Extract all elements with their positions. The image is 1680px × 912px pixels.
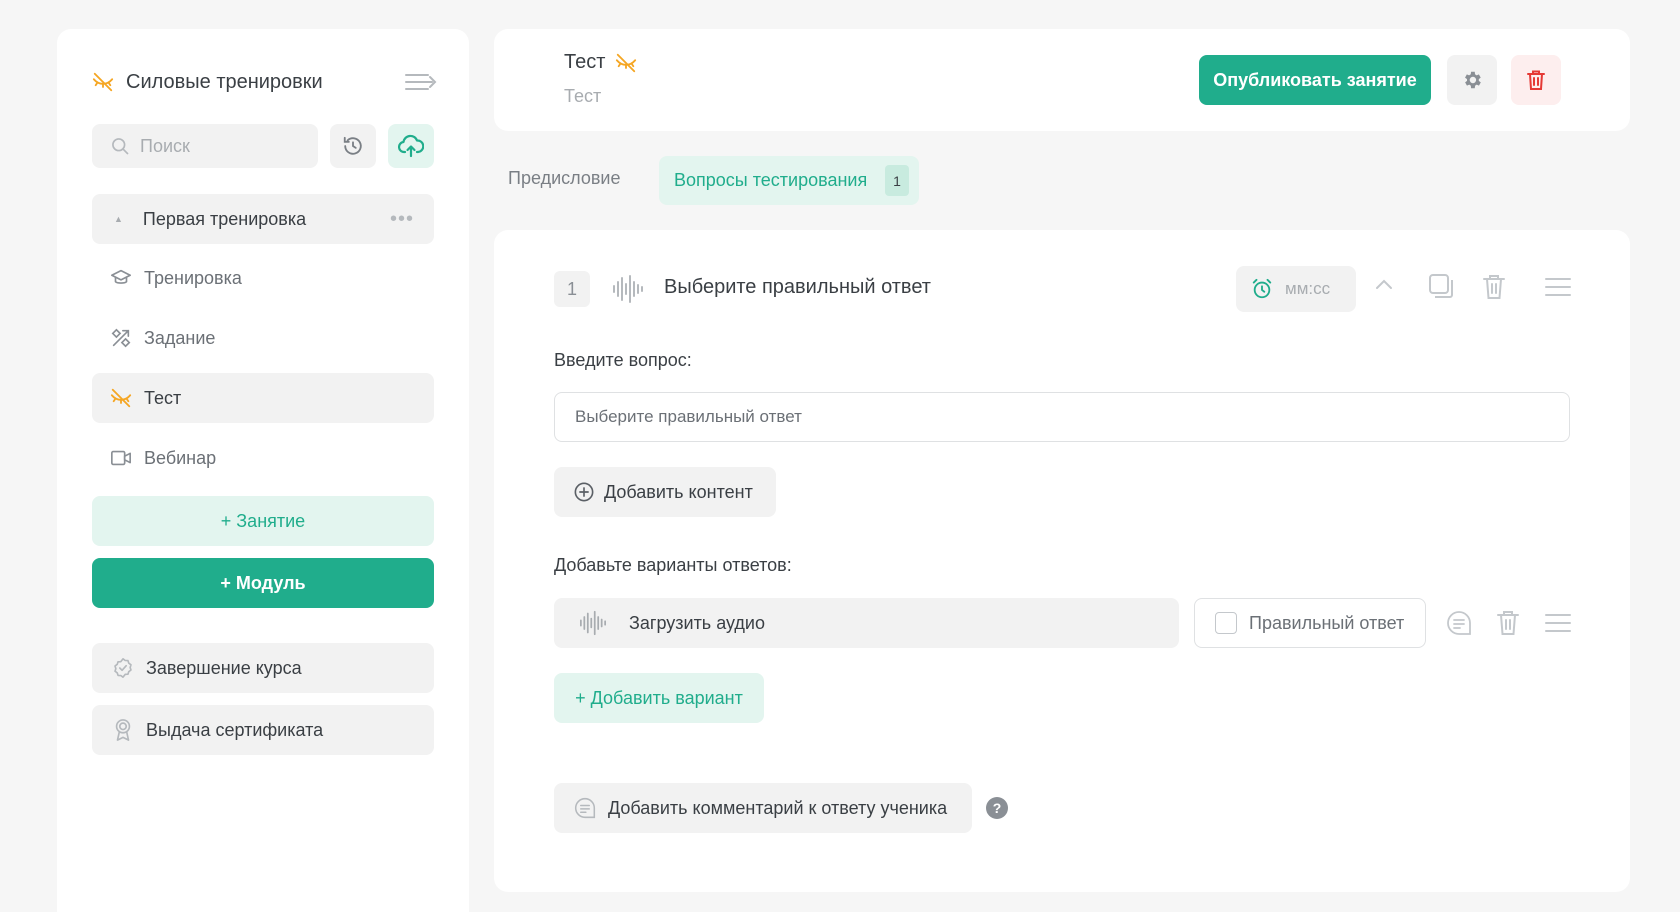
sidebar-item-label: Вебинар: [144, 447, 217, 468]
lesson-title-row: Тест: [564, 51, 637, 74]
sidebar-item-webinar[interactable]: Вебинар: [92, 433, 434, 483]
tab-label: Вопросы тестирования: [674, 170, 868, 190]
collapse-caret-icon[interactable]: ▲: [114, 214, 123, 224]
module-title: Первая тренировка: [142, 208, 307, 229]
add-comment-button[interactable]: Добавить комментарий к ответу ученика: [554, 783, 972, 833]
search-icon: [110, 136, 130, 156]
lesson-title: Тест: [564, 51, 606, 73]
lesson-subtitle: Тест: [564, 86, 602, 106]
chevron-up-icon[interactable]: [1374, 273, 1394, 299]
sidebar-item-label: Тест: [144, 387, 182, 408]
add-module-button[interactable]: + Модуль: [92, 558, 434, 608]
search-row: Поиск: [92, 124, 434, 168]
question-title: Выберите правильный ответ: [664, 276, 931, 298]
trash-icon: [1526, 69, 1546, 91]
more-options-icon[interactable]: •••: [390, 208, 414, 231]
trash-icon[interactable]: [1496, 609, 1520, 637]
graduation-cap-icon: [110, 267, 132, 289]
video-camera-icon: [110, 447, 132, 469]
hidden-eye-icon: [615, 52, 637, 74]
add-comment-label: Добавить комментарий к ответу ученика: [608, 797, 948, 818]
correct-answer-label: Правильный ответ: [1249, 612, 1405, 633]
award-icon: [112, 718, 134, 742]
cloud-upload-icon: [398, 134, 424, 158]
questions-count-badge: 1: [885, 165, 909, 196]
delete-lesson-button[interactable]: [1511, 55, 1561, 105]
add-variant-button[interactable]: + Добавить вариант: [554, 673, 764, 723]
course-header: Силовые тренировки: [92, 67, 437, 97]
search-input[interactable]: Поиск: [92, 124, 318, 168]
sidebar-item-label: Задание: [144, 327, 216, 348]
sidebar-item-label: Тренировка: [144, 267, 242, 288]
hidden-eye-icon: [110, 387, 132, 409]
verified-badge-icon: [112, 657, 134, 679]
checkbox[interactable]: [1215, 612, 1237, 634]
plus-circle-icon: [574, 482, 594, 502]
question-input[interactable]: Выберите правильный ответ: [554, 392, 1570, 442]
sidebar-item-task[interactable]: Задание: [92, 313, 434, 363]
add-content-button[interactable]: Добавить контент: [554, 467, 776, 517]
timer-placeholder: мм:сс: [1285, 279, 1331, 298]
hidden-eye-icon: [92, 71, 114, 93]
certificate-item[interactable]: Выдача сертификата: [92, 705, 434, 755]
timer-input[interactable]: мм:сс: [1236, 266, 1356, 312]
alarm-clock-icon: [1251, 278, 1273, 300]
history-icon: [342, 135, 364, 157]
trash-icon[interactable]: [1482, 273, 1506, 301]
drag-handle-icon[interactable]: [1544, 273, 1572, 301]
certificate-label: Выдача сертификата: [146, 719, 324, 740]
audio-wave-icon: [612, 274, 644, 304]
search-placeholder: Поиск: [140, 135, 190, 156]
course-completion-label: Завершение курса: [146, 657, 302, 678]
tools-icon: [110, 327, 132, 349]
answers-label: Добавьте варианты ответов:: [554, 555, 792, 575]
question-label: Введите вопрос:: [554, 350, 692, 370]
lesson-header: Тест Тест Опубликовать занятие: [494, 29, 1630, 131]
upload-audio-button[interactable]: Загрузить аудио: [554, 598, 1179, 648]
comment-icon: [574, 797, 596, 819]
drag-handle-icon[interactable]: [1544, 609, 1572, 637]
settings-button[interactable]: [1447, 55, 1497, 105]
duplicate-icon[interactable]: [1428, 273, 1456, 301]
collapse-sidebar-icon[interactable]: [405, 73, 437, 91]
course-completion-item[interactable]: Завершение курса: [92, 643, 434, 693]
question-card: 1 Выберите правильный ответ мм:сс Введит…: [494, 230, 1630, 892]
question-number: 1: [554, 271, 590, 307]
upload-cloud-button[interactable]: [388, 124, 434, 168]
gear-icon: [1461, 69, 1483, 91]
sidebar: Силовые тренировки Поиск ▲ Первая тренир…: [57, 29, 469, 912]
sidebar-item-test[interactable]: Тест: [92, 373, 434, 423]
audio-wave-icon: [579, 610, 607, 636]
tab-preface[interactable]: Предисловие: [508, 168, 620, 189]
module-first-training[interactable]: ▲ Первая тренировка •••: [92, 194, 434, 244]
add-content-label: Добавить контент: [604, 481, 753, 502]
upload-audio-label: Загрузить аудио: [629, 612, 765, 633]
publish-lesson-button[interactable]: Опубликовать занятие: [1199, 55, 1431, 105]
sidebar-item-training[interactable]: Тренировка: [92, 253, 434, 303]
add-lesson-button[interactable]: + Занятие: [92, 496, 434, 546]
help-icon[interactable]: ?: [986, 797, 1008, 819]
comment-icon[interactable]: [1446, 610, 1472, 636]
correct-answer-checkbox[interactable]: Правильный ответ: [1194, 598, 1426, 648]
history-button[interactable]: [330, 124, 376, 168]
course-title: Силовые тренировки: [126, 70, 323, 93]
tab-test-questions[interactable]: Вопросы тестирования 1: [659, 156, 919, 205]
